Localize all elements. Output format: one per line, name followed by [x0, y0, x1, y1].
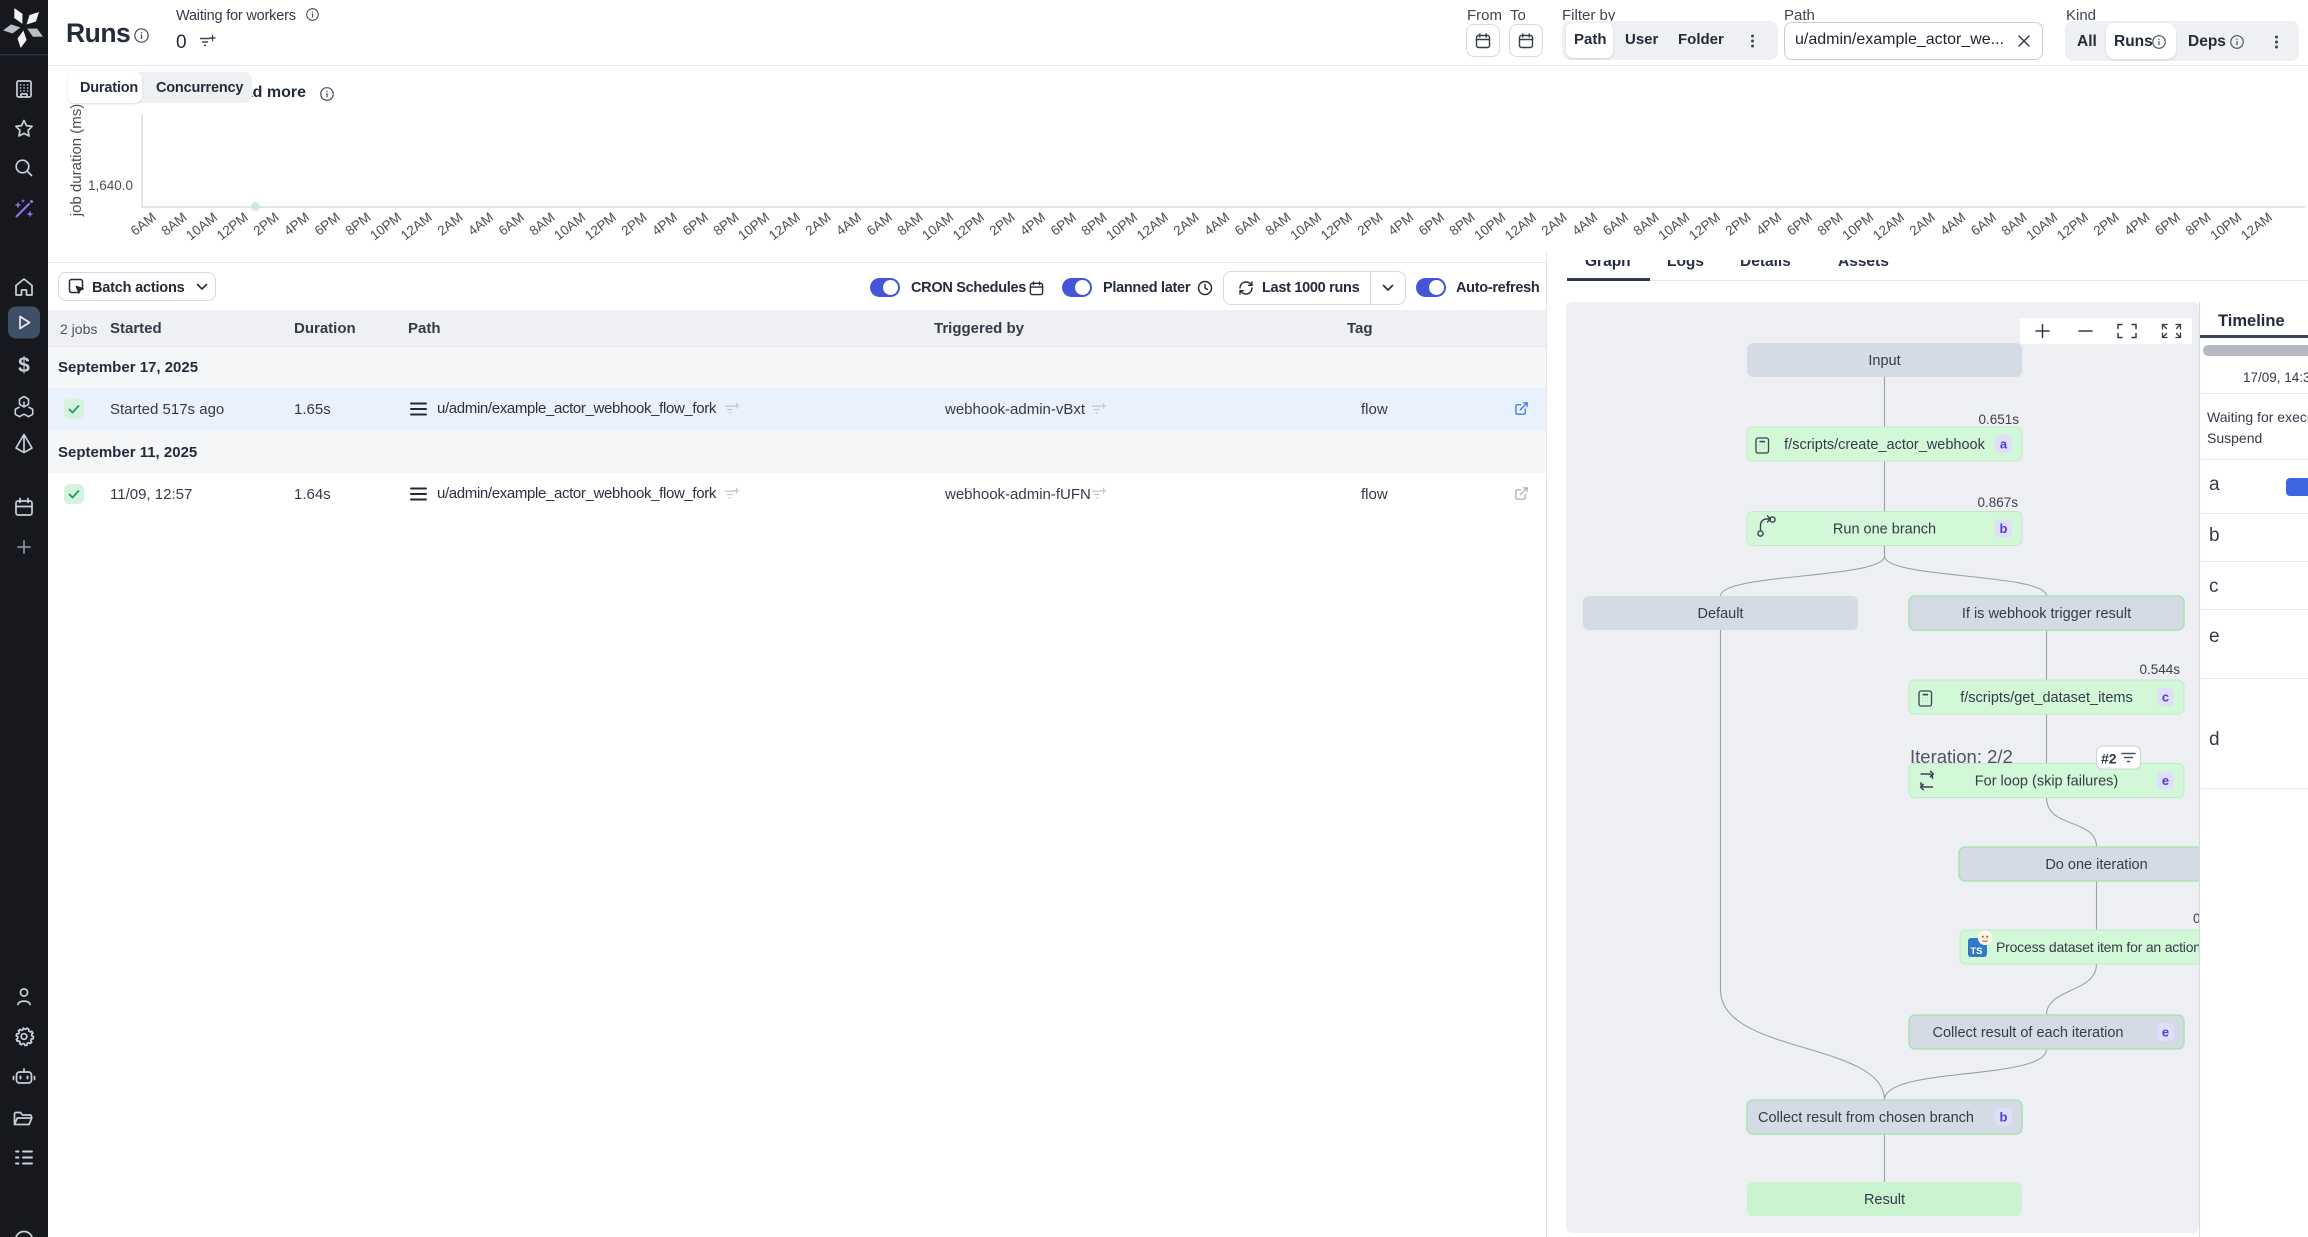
svg-text:For loop (skip failures): For loop (skip failures) [1975, 774, 2118, 790]
svg-text:4PM: 4PM [1017, 210, 1048, 239]
svg-text:TS: TS [1970, 946, 1982, 957]
svg-text:4AM: 4AM [1569, 210, 1600, 239]
svg-text:10AM: 10AM [551, 210, 588, 244]
svg-text:6PM: 6PM [1416, 210, 1447, 239]
svg-text:6AM: 6AM [128, 210, 159, 239]
svg-text:Input: Input [1868, 353, 1900, 369]
svg-text:$: $ [18, 354, 30, 377]
svg-text:Process dataset item for an ac: Process dataset item for an action [1996, 939, 2199, 955]
svg-text:1,640.0: 1,640.0 [88, 178, 133, 193]
svg-text:2PM: 2PM [987, 210, 1018, 239]
svg-text:#2: #2 [2101, 751, 2117, 767]
svg-text:2AM: 2AM [802, 210, 833, 239]
svg-text:job duration (ms): job duration (ms) [68, 104, 85, 218]
svg-text:2AM: 2AM [1171, 210, 1202, 239]
svg-text:4AM: 4AM [465, 210, 496, 239]
svg-text:10PM: 10PM [367, 210, 404, 244]
svg-text:e: e [2162, 1025, 2169, 1040]
svg-text:4PM: 4PM [649, 210, 680, 239]
svg-text:0.867s: 0.867s [1977, 495, 2018, 510]
svg-text:10AM: 10AM [2023, 210, 2060, 244]
svg-text:2PM: 2PM [250, 210, 281, 239]
svg-text:12AM: 12AM [1870, 210, 1907, 244]
svg-text:Do one iteration: Do one iteration [2045, 857, 2147, 873]
svg-text:10PM: 10PM [1103, 210, 1140, 244]
svg-text:4PM: 4PM [1753, 210, 1784, 239]
svg-text:10PM: 10PM [1471, 210, 1508, 244]
svg-text:12PM: 12PM [582, 210, 619, 244]
svg-text:f/scripts/create_actor_webhook: f/scripts/create_actor_webhook [1784, 437, 1985, 453]
svg-text:10AM: 10AM [1655, 210, 1692, 244]
svg-text:Collect result from chosen bra: Collect result from chosen branch [1758, 1110, 1974, 1126]
svg-text:12AM: 12AM [2238, 210, 2275, 244]
svg-text:0.651s: 0.651s [1978, 412, 2019, 427]
svg-text:b: b [2000, 521, 2008, 536]
svg-text:a: a [2000, 437, 2008, 452]
svg-text:6AM: 6AM [1232, 210, 1263, 239]
svg-text:c: c [2162, 690, 2169, 705]
svg-text:2AM: 2AM [1907, 210, 1938, 239]
svg-text:6AM: 6AM [1968, 210, 1999, 239]
svg-text:Iteration: 2/2: Iteration: 2/2 [1910, 746, 2013, 767]
svg-text:6AM: 6AM [1600, 210, 1631, 239]
svg-text:6PM: 6PM [2152, 210, 2183, 239]
svg-text:b: b [2000, 1110, 2008, 1125]
svg-text:12AM: 12AM [766, 210, 803, 244]
svg-text:10AM: 10AM [183, 210, 220, 244]
svg-text:Run one branch: Run one branch [1833, 522, 1936, 538]
svg-text:10PM: 10PM [1839, 210, 1876, 244]
svg-text:12PM: 12PM [1318, 210, 1355, 244]
svg-text:12PM: 12PM [214, 210, 251, 244]
svg-text:0.544s: 0.544s [2139, 662, 2180, 677]
svg-text:2PM: 2PM [2091, 210, 2122, 239]
svg-text:6PM: 6PM [312, 210, 343, 239]
svg-text:6AM: 6AM [864, 210, 895, 239]
svg-text:Result: Result [1864, 1192, 1905, 1208]
svg-text:4PM: 4PM [2121, 210, 2152, 239]
svg-text:10PM: 10PM [2207, 210, 2244, 244]
svg-text:12AM: 12AM [398, 210, 435, 244]
svg-text:12AM: 12AM [1134, 210, 1171, 244]
svg-text:12PM: 12PM [950, 210, 987, 244]
svg-text:Default: Default [1698, 606, 1744, 622]
svg-text:12AM: 12AM [1502, 210, 1539, 244]
svg-text:10AM: 10AM [919, 210, 956, 244]
svg-text:6PM: 6PM [680, 210, 711, 239]
svg-text:12PM: 12PM [1686, 210, 1723, 244]
svg-text:4PM: 4PM [281, 210, 312, 239]
svg-text:2PM: 2PM [618, 210, 649, 239]
svg-text:4AM: 4AM [1201, 210, 1232, 239]
svg-text:12PM: 12PM [2054, 210, 2091, 244]
svg-text:6AM: 6AM [496, 210, 527, 239]
svg-text:2PM: 2PM [1723, 210, 1754, 239]
svg-text:2PM: 2PM [1355, 210, 1386, 239]
svg-text:6PM: 6PM [1048, 210, 1079, 239]
svg-text:2AM: 2AM [1539, 210, 1570, 239]
svg-text:4PM: 4PM [1385, 210, 1416, 239]
svg-text:2AM: 2AM [434, 210, 465, 239]
svg-text:10AM: 10AM [1287, 210, 1324, 244]
svg-text:f/scripts/get_dataset_items: f/scripts/get_dataset_items [1960, 690, 2132, 706]
svg-text:10PM: 10PM [735, 210, 772, 244]
svg-text:4AM: 4AM [1937, 210, 1968, 239]
svg-text:If is webhook trigger result: If is webhook trigger result [1962, 606, 2131, 622]
svg-text:4AM: 4AM [833, 210, 864, 239]
svg-text:Collect result of each iterati: Collect result of each iteration [1932, 1025, 2123, 1041]
svg-text:e: e [2162, 773, 2169, 788]
svg-text:6PM: 6PM [1784, 210, 1815, 239]
